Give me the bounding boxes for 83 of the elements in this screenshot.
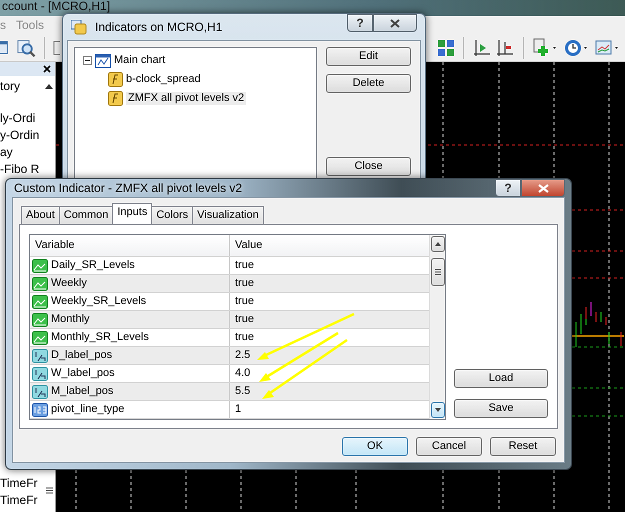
tree-item[interactable]: ZMFX all pivot levels v2	[126, 92, 246, 106]
collapse-toggle[interactable]	[83, 56, 92, 65]
column-header[interactable]: Value	[230, 238, 429, 252]
value-cell[interactable]: 1	[230, 402, 429, 416]
close-button[interactable]	[521, 179, 565, 197]
navigator-item[interactable]: TimeFr	[0, 493, 43, 510]
close-icon	[390, 18, 400, 28]
variable-name: D_label_pos	[51, 348, 112, 362]
autoscroll-icon[interactable]	[496, 38, 514, 56]
value-cell[interactable]: 2.5	[230, 348, 429, 362]
boolean-type-icon	[32, 330, 48, 344]
tree-item[interactable]: Main chart	[114, 54, 166, 68]
variable-name: pivot_line_type	[51, 402, 124, 416]
navigator-item[interactable]: TimeFr	[0, 476, 43, 493]
scroll-thumb[interactable]	[430, 258, 444, 286]
scroll-up-button[interactable]	[430, 236, 444, 252]
tab[interactable]: Visualization	[192, 206, 264, 224]
dialog-button[interactable]: Reset	[490, 437, 556, 456]
boolean-type-icon	[32, 312, 48, 326]
navigator-item[interactable]: tory	[0, 79, 43, 96]
integer-type-icon	[32, 402, 48, 416]
close-button[interactable]	[373, 14, 417, 32]
dialog-button[interactable]: OK	[342, 437, 408, 456]
variable-name: Monthly	[51, 312, 90, 326]
scroll-down-button[interactable]	[430, 402, 444, 418]
chart-shift-icon[interactable]	[473, 38, 491, 56]
value-cell[interactable]: 5.5	[230, 384, 429, 398]
variable-name: M_label_pos	[51, 384, 114, 398]
clock-icon[interactable]	[564, 38, 590, 58]
value-cell[interactable]: true	[230, 294, 429, 308]
variable-name: Daily_SR_Levels	[51, 258, 135, 272]
help-button[interactable]: ?	[495, 179, 521, 197]
tab[interactable]: Common	[58, 206, 114, 224]
window-title: ccount - [MCRO,H1]	[2, 0, 110, 12]
navigator-item[interactable]: -Fibo R	[0, 162, 43, 179]
value-cell[interactable]: true	[230, 276, 429, 290]
value-cell[interactable]: true	[230, 258, 429, 272]
indicator-icon	[108, 91, 123, 106]
boolean-type-icon	[32, 294, 48, 308]
boolean-type-icon	[32, 258, 48, 272]
variable-name: Monthly_SR_Levels	[51, 330, 149, 344]
window-title: Indicators on MCRO,H1	[95, 20, 222, 34]
dialog-button[interactable]: Delete	[326, 74, 411, 93]
zoom-icon[interactable]	[17, 38, 36, 58]
tab[interactable]: About	[21, 206, 60, 224]
navigator-item[interactable]: y-Ordin	[0, 128, 43, 145]
window-title: Custom Indicator - ZMFX all pivot levels v2	[14, 180, 242, 196]
navigator-item[interactable]: ay	[0, 145, 43, 162]
fraction-type-icon	[32, 348, 48, 362]
fraction-type-icon	[32, 366, 48, 380]
close-icon	[538, 184, 548, 192]
tile-windows-icon[interactable]	[438, 40, 454, 56]
variable-name: Weekly_SR_Levels	[51, 294, 146, 308]
scroll-up-icon[interactable]	[45, 84, 53, 89]
tree-item[interactable]: b-clock_spread	[126, 72, 201, 86]
variable-name: Weekly	[51, 276, 87, 290]
scroll-up-icon	[434, 242, 440, 246]
add-indicator-icon[interactable]	[533, 38, 559, 58]
dialog-button[interactable]: Close	[326, 157, 411, 176]
chart-template-icon[interactable]	[595, 38, 621, 58]
tab[interactable]: Inputs	[112, 203, 152, 224]
value-cell[interactable]: 4.0	[230, 366, 429, 380]
grip-icon	[434, 269, 440, 275]
value-cell[interactable]: true	[230, 312, 429, 326]
dialog-button[interactable]: Cancel	[416, 437, 482, 456]
tab[interactable]: Colors	[151, 206, 194, 224]
dialog-button[interactable]: Edit	[326, 47, 411, 66]
help-button[interactable]: ?	[347, 14, 373, 32]
value-cell[interactable]: true	[230, 330, 429, 344]
column-header[interactable]: Variable	[30, 235, 230, 256]
indicator-icon	[71, 20, 87, 34]
indicator-icon	[108, 72, 123, 87]
dialog-button[interactable]: Save	[454, 399, 548, 418]
navigator-item[interactable]: ly-Ordi	[0, 111, 43, 128]
chart-window-icon	[95, 54, 111, 68]
close-icon[interactable]	[43, 65, 51, 73]
dialog-button[interactable]: Load	[454, 369, 548, 388]
variable-name: W_label_pos	[51, 366, 115, 380]
fraction-type-icon	[32, 384, 48, 398]
scroll-thumb-icon[interactable]	[46, 487, 52, 494]
window-icon[interactable]	[0, 40, 10, 56]
scroll-down-icon	[434, 408, 440, 412]
boolean-type-icon	[32, 276, 48, 290]
